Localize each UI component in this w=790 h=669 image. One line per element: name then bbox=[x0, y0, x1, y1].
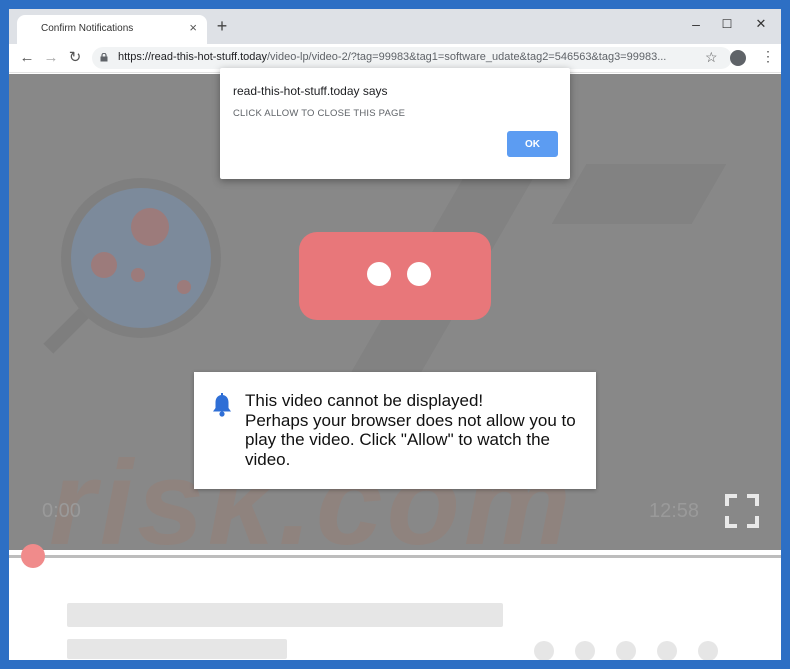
new-tab-icon[interactable]: + bbox=[213, 17, 231, 35]
total-time: 12:58 bbox=[649, 500, 700, 522]
placeholder-icon bbox=[657, 641, 677, 660]
current-time: 0:00 bbox=[42, 500, 81, 522]
profile-avatar-icon[interactable] bbox=[730, 50, 746, 66]
play-logo bbox=[299, 232, 491, 320]
bookmark-star-icon[interactable]: ☆ bbox=[705, 49, 718, 66]
notification-line: video. bbox=[245, 449, 291, 469]
title-bar: Confirm Notifications × + – ☐ ✕ bbox=[9, 9, 781, 44]
minimize-icon[interactable]: – bbox=[685, 15, 707, 33]
alert-message: CLICK ALLOW TO CLOSE THIS PAGE bbox=[233, 108, 406, 119]
reload-icon[interactable]: ↻ bbox=[66, 49, 84, 67]
placeholder-icon bbox=[698, 641, 718, 660]
notification-line: This video cannot be displayed! bbox=[245, 391, 484, 410]
back-icon[interactable]: ← bbox=[18, 49, 36, 67]
tab-confirm-notifications[interactable]: Confirm Notifications × bbox=[17, 15, 207, 44]
placeholder-icon bbox=[575, 641, 595, 660]
url-path: /video-lp/video-2/?tag=99983&tag1=softwa… bbox=[266, 51, 667, 63]
placeholder-icon bbox=[534, 641, 554, 660]
url-text: https://read-this-hot-stuff.today/video-… bbox=[118, 51, 688, 63]
placeholder-title bbox=[67, 603, 503, 627]
address-bar[interactable]: https://read-this-hot-stuff.today/video-… bbox=[92, 47, 732, 69]
watermark-dot bbox=[91, 252, 117, 278]
placeholder-icon bbox=[616, 641, 636, 660]
watermark-dot bbox=[131, 268, 145, 282]
placeholder-subtitle bbox=[67, 639, 287, 659]
js-alert-dialog: read-this-hot-stuff.today says CLICK ALL… bbox=[220, 68, 570, 179]
tab-title: Confirm Notifications bbox=[41, 23, 134, 34]
lock-icon bbox=[100, 53, 108, 62]
close-icon[interactable]: ✕ bbox=[750, 15, 772, 33]
notification-line: Perhaps your browser does not allow you … bbox=[245, 410, 576, 430]
forward-icon[interactable]: → bbox=[42, 49, 60, 67]
menu-kebab-icon[interactable]: ⋮ bbox=[761, 48, 775, 64]
notification-line: play the video. Click "Allow" to watch t… bbox=[245, 430, 550, 449]
maximize-icon[interactable]: ☐ bbox=[716, 15, 738, 33]
progress-bar[interactable] bbox=[9, 555, 781, 558]
play-logo-eye bbox=[367, 262, 391, 286]
fullscreen-icon[interactable] bbox=[725, 494, 759, 528]
ok-button[interactable]: OK bbox=[507, 131, 558, 157]
url-domain: https://read-this-hot-stuff.today bbox=[118, 51, 267, 63]
magnifier-handle-watermark bbox=[43, 308, 89, 354]
play-logo-eye bbox=[407, 262, 431, 286]
watermark-dot bbox=[177, 280, 191, 294]
watermark-dot bbox=[131, 208, 169, 246]
progress-knob[interactable] bbox=[21, 544, 45, 568]
bell-icon bbox=[213, 393, 231, 417]
tab-close-icon[interactable]: × bbox=[189, 21, 197, 35]
alert-title: read-this-hot-stuff.today says bbox=[233, 84, 388, 98]
notification-message: This video cannot be displayed! Perhaps … bbox=[245, 391, 590, 469]
browser-window: Confirm Notifications × + – ☐ ✕ ← → ↻ ht… bbox=[9, 9, 781, 660]
notification-message-box: This video cannot be displayed! Perhaps … bbox=[194, 372, 596, 489]
watermark-shape bbox=[551, 164, 727, 224]
